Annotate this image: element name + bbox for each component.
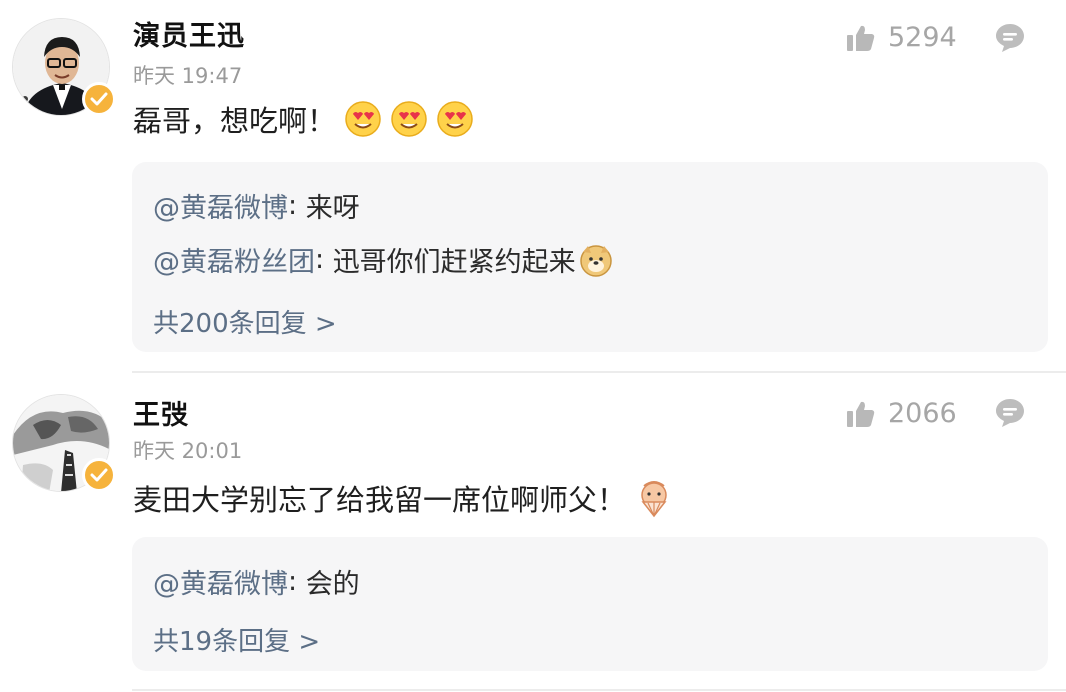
heart-eyes-emoji [436, 100, 474, 138]
reply-item[interactable]: @黄磊微博: 来呀 [153, 186, 360, 225]
verified-check-icon [82, 458, 116, 492]
divider [132, 689, 1066, 691]
reply-text: 来呀 [305, 193, 360, 224]
comment-text: 麦田大学别忘了给我留一席位啊师父！ [133, 483, 627, 517]
comment-time: 昨天 20:01 [133, 439, 243, 463]
reply-text: 迅哥你们赶紧约起来 [332, 247, 576, 278]
comment-bubble-icon [996, 399, 1024, 427]
like-count: 2066 [888, 398, 957, 429]
reply-item[interactable]: @黄磊微博: 会的 [153, 562, 360, 601]
reply-author[interactable]: @黄磊粉丝团 [153, 240, 315, 279]
reply-separator: : [315, 244, 333, 275]
like-button[interactable]: 5294 [846, 22, 957, 53]
heart-eyes-emoji [344, 100, 382, 138]
comment-author[interactable]: 演员王迅 [133, 14, 245, 53]
heart-eyes-emoji [390, 100, 428, 138]
comment-text: 磊哥，想吃啊！ [133, 104, 337, 138]
comment-item: 王弢 昨天 20:01 2066 麦田大学别忘了给我留一席位啊师父！ @黄磊微博… [0, 373, 1066, 692]
reply-preview-box[interactable]: @黄磊微博: 会的 共19条回复 > [132, 537, 1048, 671]
reply-text: 会的 [305, 569, 360, 600]
like-button[interactable]: 2066 [846, 398, 957, 429]
reply-separator: : [288, 190, 306, 221]
view-all-replies-link[interactable]: 共200条回复 > [153, 303, 337, 340]
reply-button[interactable] [994, 397, 1026, 433]
like-count: 5294 [888, 22, 957, 53]
thumbs-up-icon [847, 401, 875, 427]
comment-bubble-icon [996, 24, 1024, 52]
verified-check-icon [82, 82, 116, 116]
comment-text-row: 磊哥，想吃啊！ [133, 98, 474, 140]
view-all-replies-link[interactable]: 共19条回复 > [153, 621, 320, 658]
comment-time: 昨天 19:47 [133, 64, 243, 88]
comment-text-row: 麦田大学别忘了给我留一席位啊师父！ [133, 477, 674, 519]
thumbs-up-icon [847, 25, 875, 51]
shy-fan-emoji [634, 478, 674, 518]
reply-button[interactable] [994, 22, 1026, 58]
comment-item: 演员王迅 昨天 19:47 5294 磊哥，想吃啊！ @黄磊微博: 来呀 @黄磊… [0, 0, 1066, 372]
reply-author[interactable]: @黄磊微博 [153, 186, 288, 225]
doge-emoji [578, 242, 614, 278]
reply-separator: : [288, 566, 306, 597]
reply-author[interactable]: @黄磊微博 [153, 562, 288, 601]
reply-item[interactable]: @黄磊粉丝团: 迅哥你们赶紧约起来 [153, 240, 614, 279]
comment-author[interactable]: 王弢 [133, 393, 189, 432]
reply-preview-box[interactable]: @黄磊微博: 来呀 @黄磊粉丝团: 迅哥你们赶紧约起来 共200条回复 > [132, 162, 1048, 352]
